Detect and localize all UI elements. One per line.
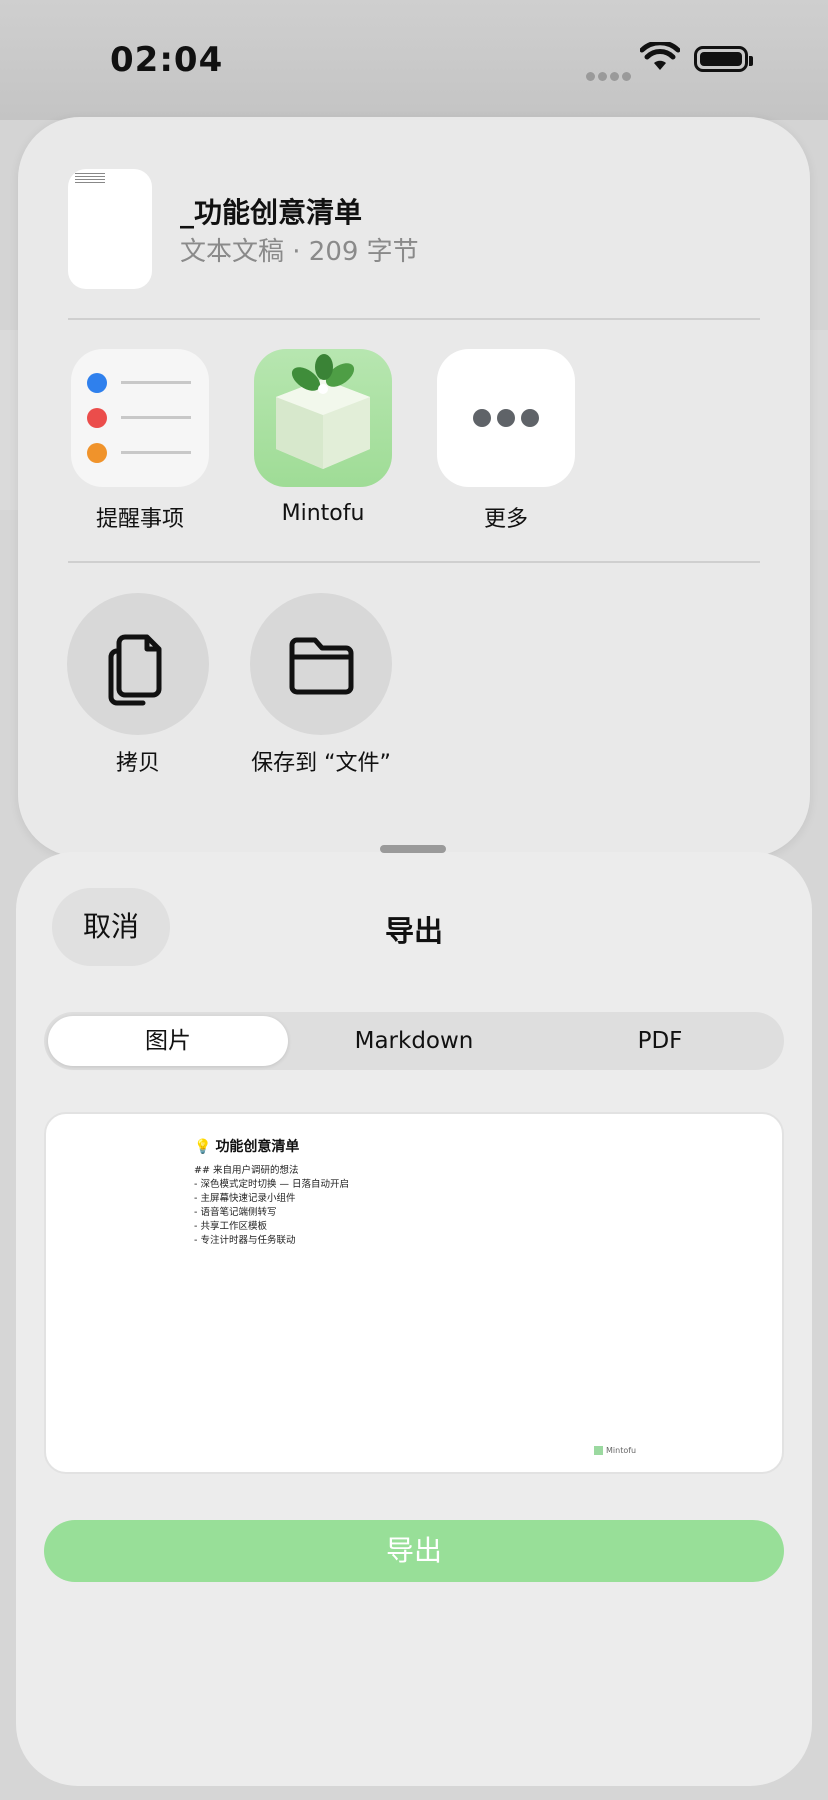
action-save-to-files[interactable]: 保存到 “文件” — [226, 593, 416, 777]
app-label: 更多 — [483, 507, 528, 532]
preview-line: - 主屏幕快速记录小组件 — [194, 1193, 296, 1204]
more-icon — [437, 349, 575, 487]
status-bar: 02:04 — [0, 0, 828, 118]
document-thumbnail — [68, 169, 152, 289]
watermark-text: Mintofu — [606, 1446, 637, 1455]
app-label: 提醒事项 — [95, 507, 184, 532]
preview-line: - 专注计时器与任务联动 — [194, 1235, 296, 1246]
mintofu-logo-icon — [594, 1446, 603, 1455]
tab-markdown[interactable]: Markdown — [294, 1016, 534, 1066]
export-preview: 💡 功能创意清单 ## 来自用户调研的想法 - 深色模式定时切换 — 日落自动开启… — [44, 1112, 784, 1474]
share-app-reminders[interactable]: 提醒事项 — [70, 349, 210, 533]
divider — [68, 561, 760, 563]
sheet-grabber[interactable] — [380, 845, 446, 853]
preview-line: ## 来自用户调研的想法 — [194, 1165, 299, 1176]
preview-title: 💡 功能创意清单 — [194, 1136, 299, 1156]
export-sheet: 取消 导出 图片 Markdown PDF 💡 功能创意清单 ## 来自用户调研的… — [16, 845, 812, 1786]
document-subtitle: 文本文稿 · 209 字节 — [180, 237, 419, 267]
status-time: 02:04 — [110, 40, 224, 80]
app-label: Mintofu — [281, 501, 365, 526]
format-segmented-control: 图片 Markdown PDF — [44, 1012, 784, 1070]
preview-title-text: 功能创意清单 — [215, 1139, 300, 1155]
cellular-icon — [586, 66, 634, 85]
preview-watermark: Mintofu — [594, 1446, 636, 1455]
folder-icon — [250, 593, 392, 735]
action-label: 保存到 “文件” — [251, 751, 391, 776]
tab-image[interactable]: 图片 — [48, 1016, 288, 1066]
preview-line: - 共享工作区模板 — [194, 1221, 267, 1232]
preview-line: - 语音笔记端侧转写 — [194, 1207, 277, 1218]
mintofu-app-icon — [254, 349, 392, 487]
export-sheet-title: 导出 — [384, 914, 443, 948]
share-sheet: _功能创意清单 文本文稿 · 209 字节 提醒事项 Mintofu 更多 拷贝… — [18, 117, 810, 857]
battery-icon — [694, 46, 753, 72]
action-label: 拷贝 — [115, 751, 160, 776]
lightbulb-icon: 💡 — [194, 1139, 212, 1155]
preview-content: ## 来自用户调研的想法 - 深色模式定时切换 — 日落自动开启 - 主屏幕快速… — [194, 1164, 349, 1248]
export-button[interactable]: 导出 — [44, 1520, 784, 1582]
action-copy[interactable]: 拷贝 — [43, 593, 233, 777]
share-app-mintofu[interactable]: Mintofu — [253, 349, 393, 526]
document-title: _功能创意清单 — [180, 196, 363, 229]
tab-pdf[interactable]: PDF — [540, 1016, 780, 1066]
reminders-app-icon — [71, 349, 209, 487]
divider — [68, 318, 760, 320]
wifi-icon — [640, 42, 680, 70]
share-app-more[interactable]: 更多 — [436, 349, 576, 533]
copy-icon — [67, 593, 209, 735]
preview-line: - 深色模式定时切换 — 日落自动开启 — [194, 1179, 349, 1190]
